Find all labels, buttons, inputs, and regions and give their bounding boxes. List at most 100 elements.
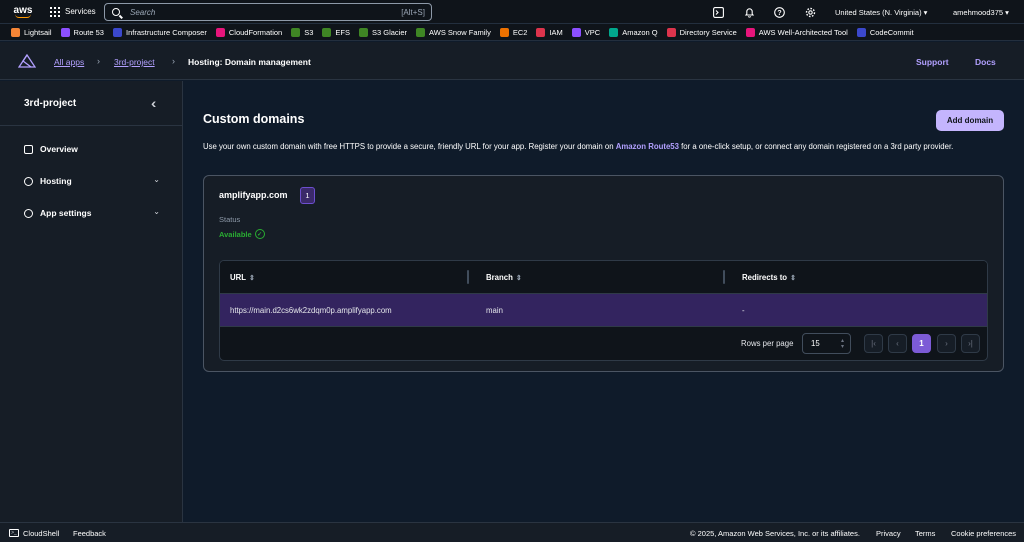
description-text: for a one-click setup, or connect any do…	[678, 142, 954, 151]
favorite-label: VPC	[584, 27, 601, 37]
sort-icon: ⇕	[249, 275, 255, 282]
domain-card: amplifyapp.com 1 Status Available ✓ URL ⇕…	[203, 175, 1004, 372]
favorite-well-architected-tool[interactable]: AWS Well-Architected Tool	[745, 27, 848, 37]
favorite-aws-snow-family[interactable]: AWS Snow Family	[416, 27, 491, 37]
settings-gear-icon[interactable]	[805, 7, 816, 18]
amazon-q-icon	[609, 27, 619, 37]
cloudshell-link[interactable]: CloudShell	[23, 529, 59, 538]
region-selector[interactable]: United States (N. Virginia) ▾	[835, 8, 927, 17]
breadcrumb-chevron-icon: ›	[97, 56, 100, 66]
favorite-lightsail[interactable]: Lightsail	[11, 27, 52, 37]
stepper-icon: ▴ ▾	[840, 337, 844, 350]
favorite-s3[interactable]: S3	[291, 27, 314, 37]
favorite-infrastructure-composer[interactable]: Infrastructure Composer	[112, 27, 207, 37]
favorite-label: Amazon Q	[622, 27, 658, 37]
favorite-label: CloudFormation	[228, 27, 283, 37]
search-input[interactable]: Search [Alt+S]	[104, 3, 432, 21]
favorite-directory-service[interactable]: Directory Service	[666, 27, 737, 37]
terms-link[interactable]: Terms	[915, 529, 935, 538]
cookie-preferences-link[interactable]: Cookie preferences	[951, 529, 1016, 538]
iam-icon	[536, 27, 546, 37]
sidebar-item-overview[interactable]: Overview	[24, 144, 160, 154]
favorite-iam[interactable]: IAM	[536, 27, 563, 37]
favorite-label: EC2	[512, 27, 528, 37]
favorite-ec2[interactable]: EC2	[499, 27, 528, 37]
amplify-logo-icon[interactable]	[18, 54, 36, 68]
favorites-bar: Lightsail Route 53 Infrastructure Compos…	[0, 24, 1024, 41]
favorite-route53[interactable]: Route 53	[60, 27, 104, 37]
help-icon[interactable]: ?	[774, 7, 785, 18]
favorite-label: Route 53	[73, 27, 104, 37]
support-link[interactable]: Support	[916, 57, 949, 67]
favorite-label: S3	[304, 27, 314, 37]
previous-page-button[interactable]: ‹	[888, 334, 907, 353]
sidebar-item-hosting[interactable]: Hosting ⌄	[24, 175, 160, 186]
first-page-button[interactable]: |‹	[864, 334, 883, 353]
overview-icon	[24, 144, 33, 154]
favorite-label: S3 Glacier	[372, 27, 408, 37]
rows-per-page-select[interactable]: 15 ▴ ▾	[802, 333, 851, 354]
column-label: Redirects to	[742, 273, 788, 282]
status-text: Available	[219, 229, 252, 239]
search-placeholder: Search	[130, 7, 156, 17]
rows-per-page-label: Rows per page	[741, 339, 794, 348]
cloudshell-icon[interactable]	[713, 7, 724, 18]
settings-icon	[24, 208, 33, 218]
table-row[interactable]: https://main.d2cs6wk2zdqm0p.amplifyapp.c…	[220, 294, 987, 327]
breadcrumb-all-apps[interactable]: All apps	[54, 57, 84, 67]
favorite-cloudformation[interactable]: CloudFormation	[215, 27, 283, 37]
status-label: Status	[219, 215, 241, 224]
docs-link[interactable]: Docs	[975, 57, 996, 67]
favorite-vpc[interactable]: VPC	[571, 27, 601, 37]
codecommit-icon	[856, 27, 866, 37]
favorite-codecommit[interactable]: CodeCommit	[856, 27, 914, 37]
description-text: Use your own custom domain with free HTT…	[203, 142, 616, 151]
domain-count-badge: 1	[300, 187, 315, 204]
favorite-label: CodeCommit	[869, 27, 914, 37]
cell-branch: main	[486, 306, 503, 315]
column-resizer[interactable]	[467, 270, 469, 284]
cell-url[interactable]: https://main.d2cs6wk2zdqm0p.amplifyapp.c…	[230, 306, 392, 315]
account-menu[interactable]: amehmood375 ▾	[953, 8, 1009, 17]
sort-icon: ⇕	[515, 275, 522, 282]
sort-icon: ⇕	[790, 275, 796, 282]
favorite-label: AWS Well-Architected Tool	[758, 27, 848, 37]
column-resizer[interactable]	[723, 270, 725, 284]
favorite-label: Infrastructure Composer	[125, 27, 207, 37]
feedback-link[interactable]: Feedback	[73, 529, 106, 538]
svg-text:?: ?	[777, 10, 781, 17]
column-header-url[interactable]: URL ⇕	[230, 273, 255, 282]
route53-icon	[60, 27, 70, 37]
favorite-s3-glacier[interactable]: S3 Glacier	[359, 27, 408, 37]
status-value: Available ✓	[219, 229, 265, 239]
breadcrumb-project[interactable]: 3rd-project	[114, 57, 155, 67]
page-description: Use your own custom domain with free HTT…	[203, 140, 1013, 153]
breadcrumb-chevron-icon: ›	[172, 56, 175, 66]
cloudshell-icon[interactable]: >_	[9, 529, 19, 537]
collapse-sidebar-icon[interactable]: ‹‹	[151, 95, 158, 111]
next-page-button[interactable]: ›	[937, 334, 956, 353]
add-domain-button[interactable]: Add domain	[936, 110, 1004, 131]
favorite-amazon-q[interactable]: Amazon Q	[609, 27, 658, 37]
column-header-branch[interactable]: Branch ⇕	[486, 273, 522, 282]
page-button-current[interactable]: 1	[912, 334, 931, 353]
last-page-button[interactable]: ›|	[961, 334, 980, 353]
app-header: All apps › 3rd-project › Hosting: Domain…	[0, 42, 1024, 80]
subdomains-table: URL ⇕ Branch ⇕ Redirects to ⇕ https://main.…	[219, 260, 988, 361]
cell-redirects: -	[742, 306, 745, 315]
notifications-bell-icon[interactable]	[744, 7, 755, 18]
favorite-efs[interactable]: EFS	[322, 27, 350, 37]
route53-link[interactable]: Amazon Route53	[616, 142, 679, 151]
sidebar: 3rd-project ‹‹ Overview Hosting ⌄ App se…	[0, 81, 183, 522]
cloudformation-icon	[215, 27, 225, 37]
column-header-redirects[interactable]: Redirects to ⇕	[742, 273, 796, 282]
pagination: Rows per page 15 ▴ ▾ |‹ ‹ 1 › ›|	[220, 327, 987, 360]
main-content: Custom domains Add domain Use your own c…	[184, 81, 1024, 522]
privacy-link[interactable]: Privacy	[876, 529, 901, 538]
sidebar-title: 3rd-project	[24, 98, 77, 109]
aws-logo[interactable]: aws	[10, 5, 36, 18]
sidebar-divider	[0, 125, 182, 126]
services-menu-button[interactable]: Services	[50, 6, 96, 17]
sidebar-item-app-settings[interactable]: App settings ⌄	[24, 207, 160, 218]
well-architected-icon	[745, 27, 755, 37]
